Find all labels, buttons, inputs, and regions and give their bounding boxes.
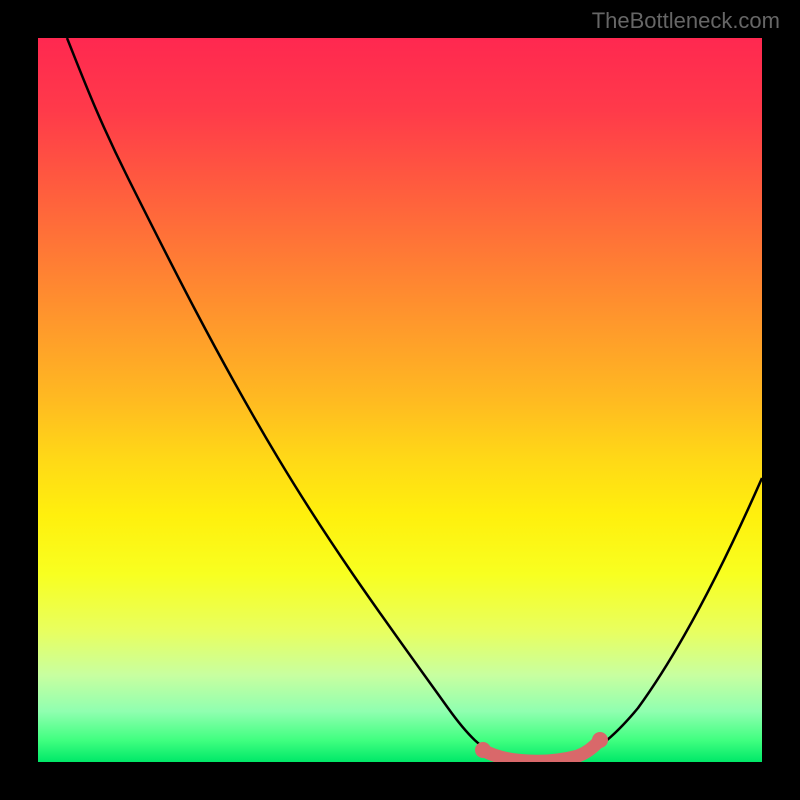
chart-container: TheBottleneck.com (0, 0, 800, 800)
bottleneck-curve-path (67, 38, 762, 760)
plot-area (38, 38, 762, 762)
curve-svg (38, 38, 762, 762)
highlight-segment (483, 740, 600, 761)
watermark-text: TheBottleneck.com (592, 8, 780, 34)
highlight-end-dot (592, 732, 608, 748)
highlight-start-dot (475, 742, 491, 758)
